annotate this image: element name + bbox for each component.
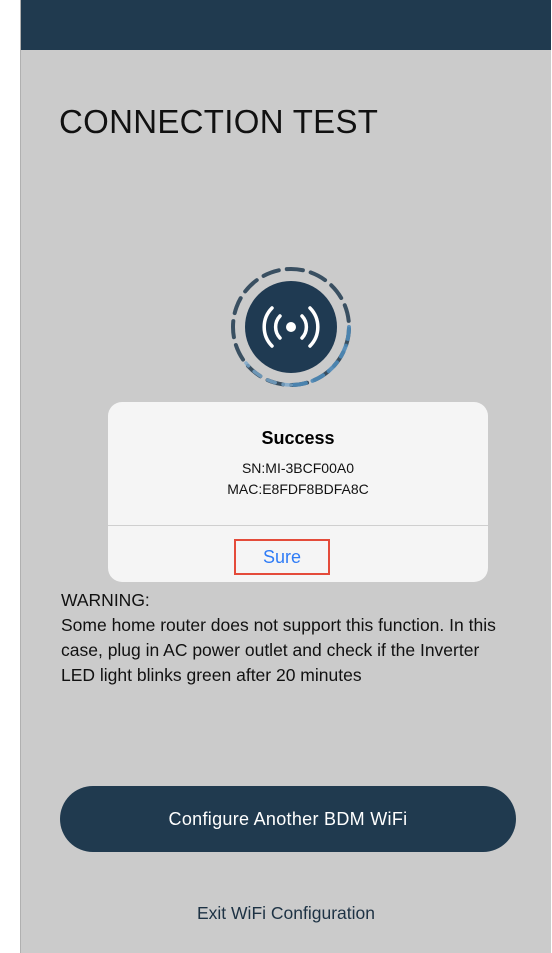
serial-number-text: SN:MI-3BCF00A0 <box>241 460 355 476</box>
configure-another-button[interactable]: Configure Another BDM WiFi <box>60 786 516 852</box>
exit-configuration-link[interactable]: Exit WiFi Configuration <box>21 903 551 924</box>
mac-address-text: MAC:E8FDF8BDFA8C <box>227 481 369 497</box>
warning-body: Some home router does not support this f… <box>61 615 496 685</box>
sure-button[interactable]: Sure <box>234 539 330 575</box>
warning-heading: WARNING: <box>61 590 150 610</box>
app-screen: CONNECTION TEST Success SN:MI-3BCF00A0 M… <box>20 0 551 953</box>
dialog-divider <box>108 525 488 526</box>
signal-graphic <box>216 255 366 405</box>
wifi-broadcast-icon <box>231 267 351 387</box>
warning-block: WARNING: Some home router does not suppo… <box>61 588 501 688</box>
page-title: CONNECTION TEST <box>59 103 379 140</box>
status-bar <box>21 0 551 50</box>
success-dialog: Success SN:MI-3BCF00A0 MAC:E8FDF8BDFA8C … <box>108 402 488 582</box>
dialog-title: Success <box>261 428 335 448</box>
